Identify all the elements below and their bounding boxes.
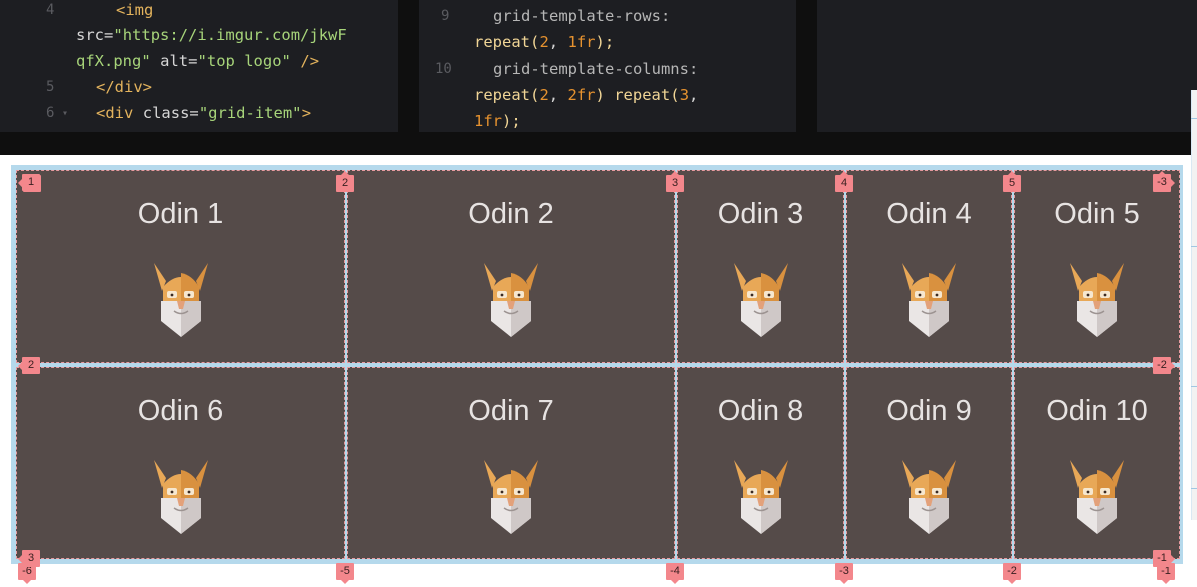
- devtools-edge-tick: [1191, 488, 1197, 489]
- code-token: );: [502, 112, 521, 130]
- grid-item: Odin 7: [347, 367, 675, 559]
- row-line-badge: 1: [18, 174, 40, 191]
- css-code-line: repeat(2, 2fr) repeat(3,: [419, 82, 796, 109]
- code-token: 1fr: [474, 112, 502, 130]
- odin-head-icon: [482, 458, 540, 534]
- column-line-badge: -3: [835, 563, 853, 584]
- row-line-badge: -1: [1153, 550, 1175, 567]
- grid-item: Odin 6: [16, 367, 345, 559]
- css-code-line: repeat(2, 1fr);: [419, 29, 796, 56]
- devtools-edge-tick: [1191, 246, 1197, 247]
- grid-item-title: Odin 6: [137, 395, 224, 427]
- code-token: 2: [539, 33, 549, 51]
- html-code-line: 5 </div>: [0, 74, 398, 101]
- code-token: qfX.png": [76, 52, 151, 70]
- fold-arrow-icon[interactable]: ▾: [62, 100, 68, 127]
- odin-head-icon: [1068, 458, 1126, 534]
- odin-head-icon: [482, 261, 540, 337]
- code-token: </div>: [96, 78, 152, 96]
- column-line-badge: 3: [666, 171, 684, 192]
- grid-item-title: Odin 4: [886, 198, 972, 230]
- code-token: class=: [142, 104, 199, 122]
- devtools-edge-tick: [1191, 386, 1197, 387]
- odin-head-icon: [732, 458, 790, 534]
- odin-head-icon: [1068, 261, 1126, 337]
- grid-item-title: Odin 2: [468, 198, 554, 230]
- line-number: 10: [435, 61, 452, 77]
- row-line-badge: 2: [18, 357, 40, 374]
- js-editor-pane[interactable]: [817, 0, 1197, 132]
- code-token: repeat(: [474, 86, 540, 104]
- grid-item: Odin 5: [1014, 170, 1180, 363]
- grid-item-title: Odin 3: [717, 198, 804, 230]
- devtools-edge-tick: [1191, 118, 1197, 119]
- grid-item: Odin 9: [846, 367, 1012, 559]
- code-token: 2: [539, 86, 549, 104]
- line-number: 5: [46, 79, 55, 95]
- grid-item: Odin 10: [1014, 367, 1180, 559]
- code-token: grid-template-columns:: [493, 60, 699, 78]
- code-token: src=: [76, 26, 114, 44]
- code-token: repeat(: [474, 33, 540, 51]
- line-number: 6: [46, 105, 55, 121]
- grid-item: Odin 2: [347, 170, 675, 363]
- grid-item-title: Odin 9: [886, 395, 972, 427]
- odin-head-icon: [900, 261, 958, 337]
- grid-item: Odin 3: [677, 170, 844, 363]
- code-editor-area: 4 <img src= "https://i.imgur.com/jkwF qfX.pn…: [0, 0, 1197, 155]
- html-code-line: qfX.png" alt= "top logo" />: [0, 48, 398, 75]
- column-line-badge: 2: [336, 171, 354, 192]
- grid-item-title: Odin 5: [1054, 198, 1140, 230]
- odin-head-icon: [152, 458, 210, 534]
- css-code-line: 9 grid-template-rows:: [419, 3, 796, 30]
- code-token: ,: [689, 86, 699, 104]
- odin-head-icon: [732, 261, 790, 337]
- css-code-line: 10 grid-template-columns:: [419, 56, 796, 83]
- code-token: 1fr: [567, 33, 596, 51]
- row-line-badge: -3: [1153, 174, 1175, 191]
- html-editor-pane[interactable]: 4 <img src= "https://i.imgur.com/jkwF qfX.pn…: [0, 0, 398, 132]
- column-line-badge: 5: [1003, 171, 1021, 192]
- column-line-badge: -5: [336, 563, 354, 584]
- code-token: );: [595, 33, 615, 51]
- line-number: 9: [441, 8, 450, 24]
- code-token: "top logo": [197, 52, 291, 70]
- odin-head-icon: [900, 458, 958, 534]
- code-token: ,: [548, 86, 568, 104]
- row-line-badge: 3: [18, 550, 40, 567]
- code-token: 2fr: [567, 86, 596, 104]
- code-token: alt=: [150, 52, 198, 70]
- grid-item-title: Odin 1: [137, 198, 224, 230]
- css-editor-pane[interactable]: 9 grid-template-rows: repeat(2, 1fr); 10 gri…: [419, 0, 796, 132]
- html-code-line: 6 ▾ <div class= "grid-item" >: [0, 100, 398, 127]
- odin-head-icon: [152, 261, 210, 337]
- grid-item-title: Odin 10: [1046, 395, 1148, 427]
- code-token: grid-template-rows:: [493, 7, 671, 25]
- code-token: ) repeat(: [595, 86, 680, 104]
- code-token: />: [291, 52, 320, 70]
- code-token: >: [301, 104, 312, 122]
- code-token: ,: [548, 33, 568, 51]
- grid-item: Odin 4: [846, 170, 1012, 363]
- row-line-badge: -2: [1153, 357, 1175, 374]
- devtools-edge-panel: [1191, 90, 1197, 520]
- html-code-line: 4 <img: [0, 0, 398, 24]
- grid-item-title: Odin 7: [468, 395, 554, 427]
- grid-item-title: Odin 8: [717, 395, 804, 427]
- html-code-line: src= "https://i.imgur.com/jkwF: [0, 22, 398, 49]
- code-token: "https://i.imgur.com/jkwF: [113, 26, 347, 44]
- code-token: "grid-item": [198, 104, 302, 122]
- line-number: 4: [46, 2, 55, 18]
- grid-item: Odin 1: [16, 170, 345, 363]
- css-code-line: 1fr);: [419, 108, 796, 132]
- grid-container: Odin 1 Odin 2 Odin 3 Odin 4 Odin 5 Odin 6 Odin…: [11, 165, 1183, 564]
- code-token: <div: [96, 104, 143, 122]
- grid-item: Odin 8: [677, 367, 844, 559]
- grid-inner: Odin 1 Odin 2 Odin 3 Odin 4 Odin 5 Odin 6 Odin…: [16, 170, 1180, 559]
- column-line-badge: -2: [1003, 563, 1021, 584]
- column-line-badge: 4: [835, 171, 853, 192]
- code-token: <img: [116, 1, 154, 19]
- code-token: 3: [679, 86, 690, 104]
- column-line-badge: -4: [666, 563, 684, 584]
